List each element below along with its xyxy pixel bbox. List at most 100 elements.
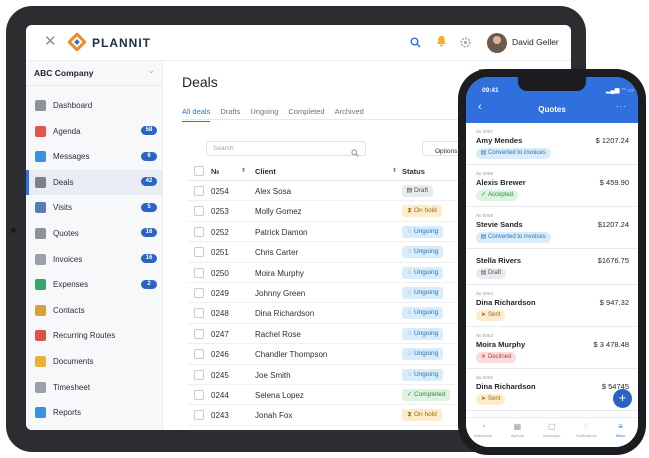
- sidebar-item-recurring-routes[interactable]: Recurring Routes: [26, 323, 163, 349]
- deal-number: 0254: [211, 187, 229, 196]
- chevron-down-icon[interactable]: ⌄: [148, 66, 155, 75]
- row-checkbox[interactable]: [194, 369, 204, 380]
- search-input[interactable]: Search: [206, 141, 366, 157]
- select-all-checkbox[interactable]: [194, 166, 204, 176]
- row-checkbox[interactable]: [194, 308, 204, 319]
- status-icon: ✓: [480, 192, 487, 198]
- phone-tab-messages[interactable]: ▢ Messages: [535, 422, 569, 438]
- bell-icon[interactable]: [436, 34, 447, 52]
- deals-tabs: All deals Drafts Ungoing Completed Archived: [182, 101, 374, 122]
- sort-icon[interactable]: ⬍: [241, 167, 246, 174]
- sidebar-item-label: Reports: [53, 408, 82, 418]
- status-label: Draft: [488, 270, 502, 276]
- sidebar-item-expenses[interactable]: Expenses 2: [26, 272, 163, 298]
- status-badge: ✓ Accepted: [476, 190, 519, 201]
- quote-client: Dina Richardson: [476, 298, 536, 307]
- more-icon[interactable]: ···: [616, 102, 627, 111]
- agenda-icon: [35, 125, 46, 137]
- sidebar-item-label: Contacts: [53, 305, 85, 315]
- client-name: Joe Smith: [255, 370, 291, 380]
- sidebar-item-documents[interactable]: Documents: [26, 349, 163, 375]
- client-name: Rachel Rose: [255, 329, 301, 339]
- status-icon: ⧗: [407, 411, 412, 419]
- search-icon[interactable]: [410, 35, 421, 53]
- deal-number: 0252: [211, 227, 229, 237]
- quote-item[interactable]: № 0057 Amy Mendes $ 1207.24 ▤ Converted to i…: [466, 123, 638, 165]
- avatar[interactable]: [487, 33, 507, 53]
- deal-number: 0251: [211, 248, 229, 258]
- status-label: Converted to invoices: [488, 234, 546, 240]
- phone-tab-label: Dashboard: [473, 434, 493, 438]
- client-name: Chris Carter: [255, 248, 299, 258]
- status-icon: ▤: [480, 234, 487, 240]
- deal-number: 0253: [211, 207, 229, 217]
- quote-item[interactable]: № 0053 Moira Murphy $ 3 478.48 ✕ Declined: [466, 327, 638, 369]
- row-checkbox[interactable]: [194, 226, 204, 237]
- quote-item[interactable]: № 0054 Dina Richardson $ 947.32 ➤ Sent: [466, 285, 638, 327]
- reports-icon: [35, 407, 46, 419]
- row-checkbox[interactable]: [194, 186, 204, 196]
- row-checkbox[interactable]: [194, 389, 204, 400]
- status-icon: ◌: [407, 227, 412, 235]
- close-icon[interactable]: ✕: [44, 34, 57, 50]
- row-checkbox[interactable]: [194, 328, 204, 339]
- sidebar-item-agenda[interactable]: Agenda 58: [26, 119, 163, 145]
- deal-number: 0248: [211, 309, 229, 319]
- signal-battery-icon: ▂▄▆ ◠ ▭: [606, 88, 634, 94]
- column-number[interactable]: №: [211, 167, 219, 176]
- row-checkbox[interactable]: [194, 267, 204, 278]
- row-checkbox[interactable]: [194, 247, 204, 258]
- row-checkbox[interactable]: [194, 287, 204, 298]
- count-badge: 16: [141, 228, 157, 238]
- status-time: 09:41: [482, 87, 499, 94]
- sidebar-item-reports[interactable]: Reports: [26, 400, 163, 426]
- phone-tab-menu[interactable]: ≡ Menu: [604, 422, 638, 438]
- phone-tab-dashboard[interactable]: ◔ Dashboard: [466, 422, 500, 438]
- count-badge: 16: [141, 254, 157, 264]
- column-status[interactable]: Status: [402, 167, 425, 176]
- status-label: Ungoing: [414, 248, 439, 256]
- deal-number: 0250: [211, 268, 229, 278]
- status-label: Ungoing: [414, 268, 439, 276]
- status-badge: ✓ Completed: [402, 388, 451, 401]
- deal-number: 0247: [211, 329, 229, 339]
- sidebar-item-deals[interactable]: Deals 42: [26, 169, 163, 196]
- sidebar: ABC Company ⌄ Dashboard Agenda 58 Messages 6…: [26, 61, 163, 430]
- quote-item[interactable]: № 0056 Alexis Brewer $ 459.90 ✓ Accepted: [466, 165, 638, 207]
- row-checkbox[interactable]: [194, 410, 204, 421]
- sidebar-item-timesheet[interactable]: Timesheet: [26, 375, 163, 401]
- status-label: Completed: [414, 390, 446, 398]
- company-name[interactable]: ABC Company: [34, 68, 94, 78]
- sidebar-item-contacts[interactable]: Contacts: [26, 298, 163, 324]
- phone-tab-label: Messages: [543, 434, 561, 438]
- count-badge: 58: [141, 126, 157, 136]
- count-badge: 5: [141, 202, 157, 212]
- quote-item[interactable]: № 0052 Dina Richardson $ 54745 ➤ Sent: [466, 369, 638, 411]
- sidebar-item-invoices[interactable]: Invoices 16: [26, 247, 163, 273]
- sort-icon[interactable]: ⬍: [392, 167, 397, 174]
- row-checkbox[interactable]: [194, 206, 204, 217]
- sidebar-item-help[interactable]: Help: [26, 426, 163, 430]
- quote-number: № 0056: [476, 172, 494, 177]
- sidebar-item-messages[interactable]: Messages 6: [26, 144, 163, 170]
- quote-client: Moira Murphy: [476, 340, 526, 349]
- sidebar-item-dashboard[interactable]: Dashboard: [26, 93, 163, 119]
- sidebar-item-visits[interactable]: Visits 5: [26, 195, 163, 221]
- gear-icon[interactable]: [460, 35, 471, 53]
- status-icon: ▤: [406, 187, 413, 194]
- quote-item[interactable]: Stella Rivers $1676.75 ▤ Draft: [466, 249, 638, 285]
- status-badge: ⧗ On hold: [402, 409, 442, 422]
- phone-screen: 09:41 ▂▄▆ ◠ ▭ ‹ Quotes ··· № 0057 Amy Men…: [466, 77, 638, 447]
- status-badge: ◌ Ungoing: [402, 368, 444, 381]
- add-quote-button[interactable]: +: [613, 389, 632, 408]
- phone-tab-notifications[interactable]: ♢ Notifications: [569, 422, 603, 438]
- status-badge: ◌ Ungoing: [402, 327, 444, 340]
- user-name[interactable]: David Geller: [512, 37, 559, 47]
- client-name: Selena Lopez: [255, 390, 304, 400]
- quote-item[interactable]: № 0055 Stevie Sands $1207.24 ▤ Converted to …: [466, 207, 638, 249]
- menu-icon: ≡: [618, 422, 623, 431]
- phone-tab-agenda[interactable]: ▦ Agenda: [500, 422, 534, 438]
- sidebar-item-quotes[interactable]: Quotes 16: [26, 221, 163, 247]
- row-checkbox[interactable]: [194, 349, 204, 360]
- column-client[interactable]: Client: [255, 167, 276, 176]
